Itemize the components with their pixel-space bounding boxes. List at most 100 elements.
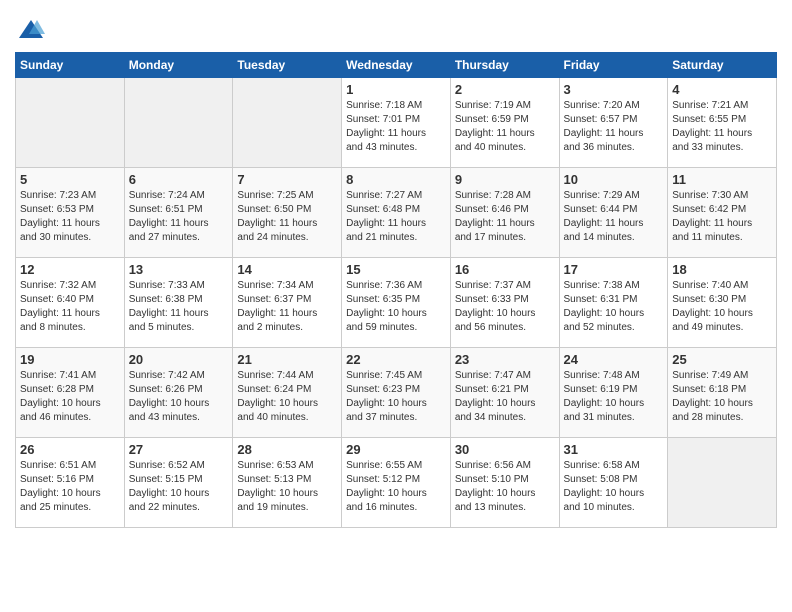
day-info: Sunrise: 7:38 AM Sunset: 6:31 PM Dayligh…: [564, 279, 664, 335]
day-info: Sunrise: 7:48 AM Sunset: 6:19 PM Dayligh…: [564, 369, 664, 425]
week-row-5: 26 Sunrise: 6:51 AM Sunset: 5:16 PM Dayli…: [16, 438, 777, 528]
week-row-1: 1Sunrise: 7:18 AM Sunset: 7:01 PM Daylig…: [16, 78, 777, 168]
day-cell: 9Sunrise: 7:28 AM Sunset: 6:46 PM Daylig…: [450, 168, 559, 258]
col-header-sunday: Sunday: [16, 53, 125, 78]
day-number: 17: [564, 262, 664, 277]
day-info: Sunrise: 7:41 AM Sunset: 6:28 PM Dayligh…: [20, 369, 120, 425]
day-cell: 1Sunrise: 7:18 AM Sunset: 7:01 PM Daylig…: [342, 78, 451, 168]
day-number: 28: [237, 442, 337, 457]
day-number: 25: [672, 352, 772, 367]
day-info: Sunrise: 7:18 AM Sunset: 7:01 PM Dayligh…: [346, 99, 446, 155]
day-cell: [668, 438, 777, 528]
day-info: Sunrise: 7:47 AM Sunset: 6:21 PM Dayligh…: [455, 369, 555, 425]
day-cell: [124, 78, 233, 168]
day-number: 22: [346, 352, 446, 367]
day-info: Sunrise: 6:51 AM Sunset: 5:16 PM Dayligh…: [20, 459, 120, 515]
day-cell: 18Sunrise: 7:40 AM Sunset: 6:30 PM Dayli…: [668, 258, 777, 348]
day-cell: 11 Sunrise: 7:30 AM Sunset: 6:42 PM Dayli…: [668, 168, 777, 258]
day-number: 20: [129, 352, 229, 367]
day-cell: 31 Sunrise: 6:58 AM Sunset: 5:08 PM Dayli…: [559, 438, 668, 528]
day-number: 26: [20, 442, 120, 457]
day-info: Sunrise: 7:36 AM Sunset: 6:35 PM Dayligh…: [346, 279, 446, 335]
day-cell: 3 Sunrise: 7:20 AM Sunset: 6:57 PM Daylig…: [559, 78, 668, 168]
day-cell: 10 Sunrise: 7:29 AM Sunset: 6:44 PM Dayli…: [559, 168, 668, 258]
day-info: Sunrise: 7:37 AM Sunset: 6:33 PM Dayligh…: [455, 279, 555, 335]
day-cell: 24 Sunrise: 7:48 AM Sunset: 6:19 PM Dayli…: [559, 348, 668, 438]
day-info: Sunrise: 7:44 AM Sunset: 6:24 PM Dayligh…: [237, 369, 337, 425]
day-info: Sunrise: 6:58 AM Sunset: 5:08 PM Dayligh…: [564, 459, 664, 515]
day-number: 4: [672, 82, 772, 97]
day-info: Sunrise: 7:34 AM Sunset: 6:37 PM Dayligh…: [237, 279, 337, 335]
day-number: 3: [564, 82, 664, 97]
day-cell: 6Sunrise: 7:24 AM Sunset: 6:51 PM Daylig…: [124, 168, 233, 258]
day-cell: 15 Sunrise: 7:36 AM Sunset: 6:35 PM Dayli…: [342, 258, 451, 348]
day-info: Sunrise: 6:55 AM Sunset: 5:12 PM Dayligh…: [346, 459, 446, 515]
day-number: 9: [455, 172, 555, 187]
day-number: 31: [564, 442, 664, 457]
col-header-saturday: Saturday: [668, 53, 777, 78]
day-cell: 21 Sunrise: 7:44 AM Sunset: 6:24 PM Dayli…: [233, 348, 342, 438]
day-info: Sunrise: 7:25 AM Sunset: 6:50 PM Dayligh…: [237, 189, 337, 245]
day-number: 10: [564, 172, 664, 187]
day-cell: 30Sunrise: 6:56 AM Sunset: 5:10 PM Dayli…: [450, 438, 559, 528]
day-number: 8: [346, 172, 446, 187]
day-number: 7: [237, 172, 337, 187]
day-cell: 26 Sunrise: 6:51 AM Sunset: 5:16 PM Dayli…: [16, 438, 125, 528]
col-header-tuesday: Tuesday: [233, 53, 342, 78]
day-info: Sunrise: 7:32 AM Sunset: 6:40 PM Dayligh…: [20, 279, 120, 335]
page-header: [15, 10, 777, 44]
day-info: Sunrise: 7:40 AM Sunset: 6:30 PM Dayligh…: [672, 279, 772, 335]
day-number: 13: [129, 262, 229, 277]
week-row-2: 5 Sunrise: 7:23 AM Sunset: 6:53 PM Daylig…: [16, 168, 777, 258]
day-info: Sunrise: 6:56 AM Sunset: 5:10 PM Dayligh…: [455, 459, 555, 515]
day-number: 2: [455, 82, 555, 97]
day-info: Sunrise: 7:33 AM Sunset: 6:38 PM Dayligh…: [129, 279, 229, 335]
day-number: 12: [20, 262, 120, 277]
week-row-3: 12 Sunrise: 7:32 AM Sunset: 6:40 PM Dayli…: [16, 258, 777, 348]
day-cell: 2 Sunrise: 7:19 AM Sunset: 6:59 PM Daylig…: [450, 78, 559, 168]
day-number: 23: [455, 352, 555, 367]
col-header-thursday: Thursday: [450, 53, 559, 78]
day-number: 19: [20, 352, 120, 367]
day-number: 11: [672, 172, 772, 187]
day-cell: 12 Sunrise: 7:32 AM Sunset: 6:40 PM Dayli…: [16, 258, 125, 348]
col-header-wednesday: Wednesday: [342, 53, 451, 78]
day-cell: [16, 78, 125, 168]
day-cell: 4 Sunrise: 7:21 AM Sunset: 6:55 PM Daylig…: [668, 78, 777, 168]
day-number: 6: [129, 172, 229, 187]
day-cell: 16 Sunrise: 7:37 AM Sunset: 6:33 PM Dayli…: [450, 258, 559, 348]
day-number: 5: [20, 172, 120, 187]
day-cell: 19 Sunrise: 7:41 AM Sunset: 6:28 PM Dayli…: [16, 348, 125, 438]
col-header-friday: Friday: [559, 53, 668, 78]
day-info: Sunrise: 7:19 AM Sunset: 6:59 PM Dayligh…: [455, 99, 555, 155]
day-info: Sunrise: 6:52 AM Sunset: 5:15 PM Dayligh…: [129, 459, 229, 515]
day-info: Sunrise: 7:30 AM Sunset: 6:42 PM Dayligh…: [672, 189, 772, 245]
day-number: 16: [455, 262, 555, 277]
day-cell: 28 Sunrise: 6:53 AM Sunset: 5:13 PM Dayli…: [233, 438, 342, 528]
day-cell: [233, 78, 342, 168]
calendar-table: SundayMondayTuesdayWednesdayThursdayFrid…: [15, 52, 777, 528]
col-header-monday: Monday: [124, 53, 233, 78]
day-info: Sunrise: 6:53 AM Sunset: 5:13 PM Dayligh…: [237, 459, 337, 515]
day-number: 15: [346, 262, 446, 277]
day-cell: 23 Sunrise: 7:47 AM Sunset: 6:21 PM Dayli…: [450, 348, 559, 438]
day-info: Sunrise: 7:21 AM Sunset: 6:55 PM Dayligh…: [672, 99, 772, 155]
day-cell: 25Sunrise: 7:49 AM Sunset: 6:18 PM Dayli…: [668, 348, 777, 438]
day-number: 27: [129, 442, 229, 457]
logo: [15, 16, 45, 44]
day-info: Sunrise: 7:42 AM Sunset: 6:26 PM Dayligh…: [129, 369, 229, 425]
day-number: 29: [346, 442, 446, 457]
day-info: Sunrise: 7:45 AM Sunset: 6:23 PM Dayligh…: [346, 369, 446, 425]
day-number: 14: [237, 262, 337, 277]
day-cell: 14 Sunrise: 7:34 AM Sunset: 6:37 PM Dayli…: [233, 258, 342, 348]
day-cell: 13 Sunrise: 7:33 AM Sunset: 6:38 PM Dayli…: [124, 258, 233, 348]
day-cell: 20 Sunrise: 7:42 AM Sunset: 6:26 PM Dayli…: [124, 348, 233, 438]
day-number: 24: [564, 352, 664, 367]
day-number: 21: [237, 352, 337, 367]
day-cell: 22 Sunrise: 7:45 AM Sunset: 6:23 PM Dayli…: [342, 348, 451, 438]
day-cell: 29 Sunrise: 6:55 AM Sunset: 5:12 PM Dayli…: [342, 438, 451, 528]
day-info: Sunrise: 7:20 AM Sunset: 6:57 PM Dayligh…: [564, 99, 664, 155]
day-info: Sunrise: 7:23 AM Sunset: 6:53 PM Dayligh…: [20, 189, 120, 245]
day-info: Sunrise: 7:29 AM Sunset: 6:44 PM Dayligh…: [564, 189, 664, 245]
day-cell: 17 Sunrise: 7:38 AM Sunset: 6:31 PM Dayli…: [559, 258, 668, 348]
